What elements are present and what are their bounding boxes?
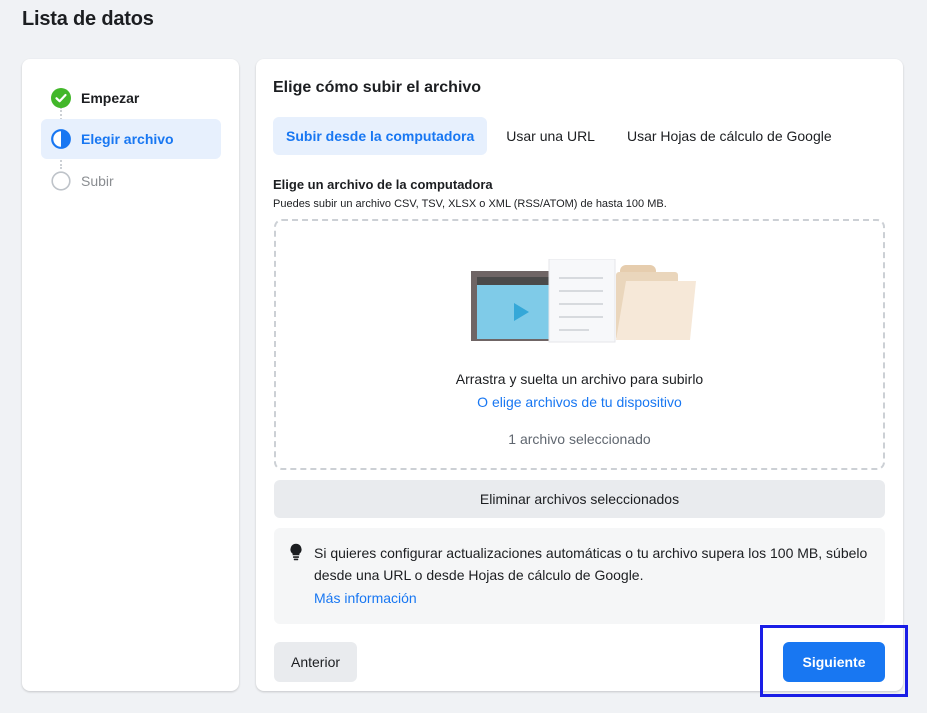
step-label: Subir <box>81 173 114 189</box>
remove-selected-files-button[interactable]: Eliminar archivos seleccionados <box>274 480 885 518</box>
page-title: Lista de datos <box>22 8 154 30</box>
half-circle-icon <box>51 129 71 149</box>
step-subir[interactable]: Subir <box>41 161 221 201</box>
selected-files-count: 1 archivo seleccionado <box>508 431 651 447</box>
section-subtitle: Puedes subir un archivo CSV, TSV, XLSX o… <box>273 198 667 210</box>
dropzone-link-prefix: O <box>477 394 492 410</box>
highlight-frame <box>760 625 908 697</box>
step-label: Elegir archivo <box>81 131 174 147</box>
steps-panel: Empezar Elegir archivo Subir <box>22 59 239 691</box>
step-empezar[interactable]: Empezar <box>41 78 221 118</box>
upload-panel: Elige cómo subir el archivo Subir desde … <box>256 59 903 691</box>
choose-files-link[interactable]: elige archivos de tu dispositivo <box>492 394 682 410</box>
lightbulb-icon <box>290 543 302 561</box>
more-info-link[interactable]: Más información <box>314 590 417 606</box>
tab-upload-computer[interactable]: Subir desde la computadora <box>273 117 488 155</box>
info-text: Si quieres configurar actualizaciones au… <box>314 545 868 583</box>
file-dropzone[interactable]: Arrastra y suelta un archivo para subirl… <box>274 219 885 470</box>
files-upload-illustration <box>471 259 696 343</box>
panel-title: Elige cómo subir el archivo <box>273 79 482 96</box>
step-label: Empezar <box>81 90 140 106</box>
tab-use-url[interactable]: Usar una URL <box>493 117 608 155</box>
previous-button[interactable]: Anterior <box>274 642 358 682</box>
dropzone-instruction: Arrastra y suelta un archivo para subirl… <box>455 371 704 387</box>
section-title: Elige un archivo de la computadora <box>273 177 493 192</box>
dropzone-link-line: O elige archivos de tu dispositivo <box>276 394 883 410</box>
info-notice: Si quieres configurar actualizaciones au… <box>274 528 885 624</box>
step-elegir-archivo[interactable]: Elegir archivo <box>41 119 221 159</box>
tab-google-sheets[interactable]: Usar Hojas de cálculo de Google <box>614 117 845 155</box>
empty-circle-icon <box>51 171 71 191</box>
check-circle-icon <box>51 88 71 108</box>
upload-method-tabs: Subir desde la computadora Usar una URL … <box>273 117 845 155</box>
